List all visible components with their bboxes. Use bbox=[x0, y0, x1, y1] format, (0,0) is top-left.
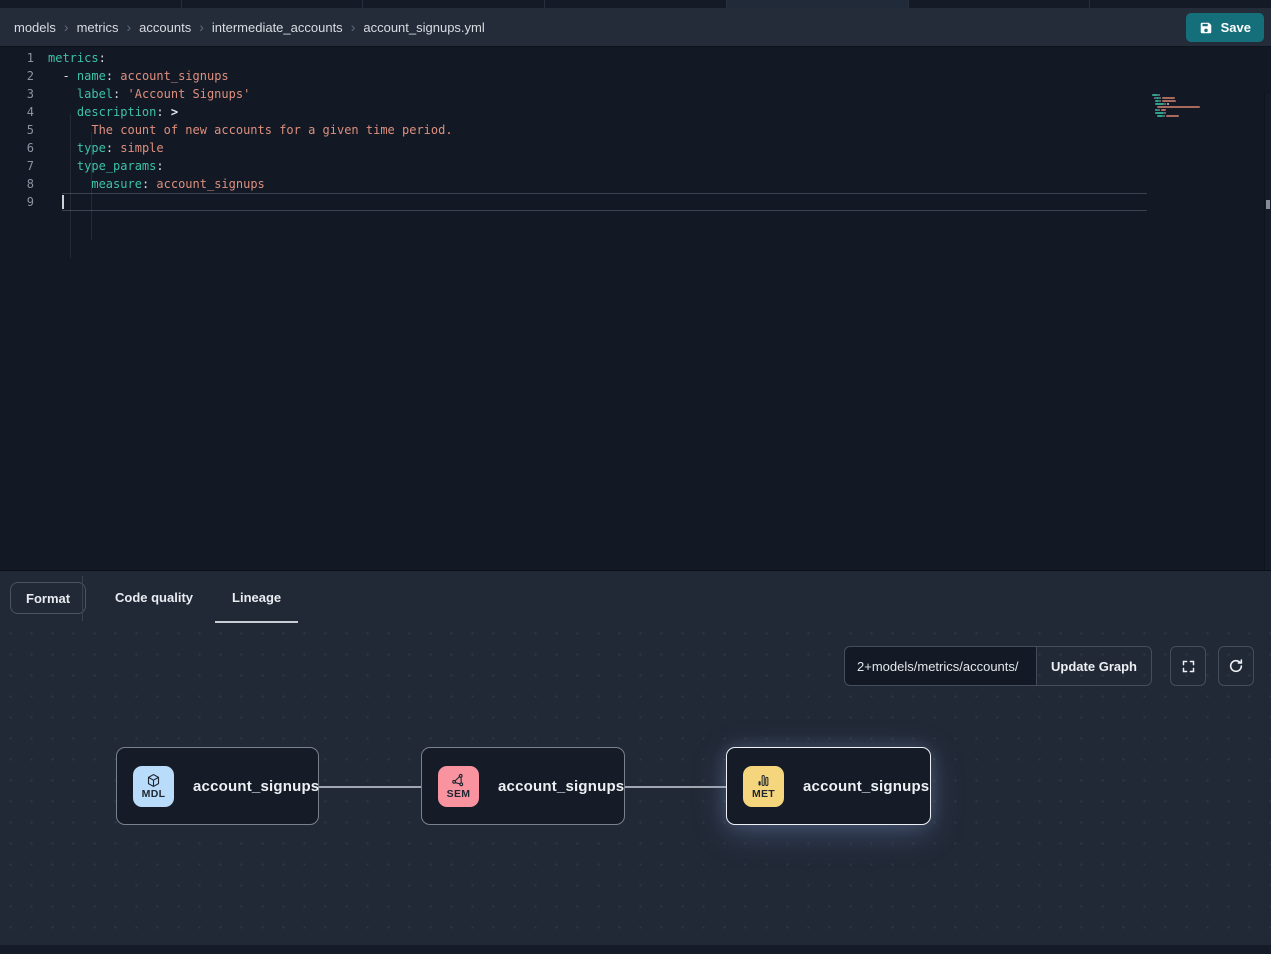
save-button-label: Save bbox=[1221, 20, 1251, 35]
line-number: 2 bbox=[0, 67, 48, 85]
code-line: 2 - name: account_signups bbox=[0, 67, 1271, 85]
minimap-line bbox=[1152, 100, 1212, 102]
code-line: 1metrics: bbox=[0, 49, 1271, 67]
format-button[interactable]: Format bbox=[10, 582, 86, 614]
indent-guide bbox=[70, 114, 71, 258]
tabs-divider bbox=[82, 576, 83, 621]
fullscreen-button[interactable] bbox=[1170, 646, 1206, 686]
badge-label: SEM bbox=[447, 788, 471, 800]
editor-tab-strip bbox=[0, 0, 1271, 8]
lineage-node-model[interactable]: MDL account_signups bbox=[116, 747, 319, 825]
line-number: 1 bbox=[0, 49, 48, 67]
code-line: 8 measure: account_signups bbox=[0, 175, 1271, 193]
lineage-edge bbox=[319, 786, 421, 788]
lineage-node-metric[interactable]: MET account_signups bbox=[726, 747, 931, 825]
code-text: The count of new accounts for a given ti… bbox=[48, 121, 453, 139]
node-label: account_signups bbox=[498, 778, 624, 795]
code-line: 5 The count of new accounts for a given … bbox=[0, 121, 1271, 139]
code-line: 3 label: 'Account Signups' bbox=[0, 85, 1271, 103]
lineage-graph-canvas[interactable]: Update Graph bbox=[0, 623, 1271, 945]
minimap-line bbox=[1152, 106, 1212, 108]
line-number: 8 bbox=[0, 175, 48, 193]
text-cursor bbox=[62, 195, 64, 209]
code-text: type: simple bbox=[48, 139, 164, 157]
chevron-right-icon: › bbox=[64, 19, 69, 35]
save-button[interactable]: Save bbox=[1186, 13, 1264, 42]
breadcrumb-item[interactable]: intermediate_accounts bbox=[212, 20, 343, 35]
model-selector-input[interactable] bbox=[844, 646, 1037, 686]
ide-window: models › metrics › accounts › intermediate_acc… bbox=[0, 0, 1271, 954]
code-line: 4 description: > bbox=[0, 103, 1271, 121]
chevron-right-icon: › bbox=[199, 19, 204, 35]
breadcrumb-item[interactable]: account_signups.yml bbox=[363, 20, 484, 35]
code-editor[interactable]: 1metrics:2 - name: account_signups3 labe… bbox=[0, 47, 1271, 570]
breadcrumb-item[interactable]: accounts bbox=[139, 20, 191, 35]
minimap[interactable] bbox=[1152, 94, 1212, 121]
minimap-line bbox=[1152, 118, 1212, 120]
line-number: 4 bbox=[0, 103, 48, 121]
model-badge: MDL bbox=[133, 766, 174, 807]
panel-bottom-strip bbox=[0, 945, 1271, 954]
breadcrumb-bar: models › metrics › accounts › intermediate_acc… bbox=[0, 8, 1271, 47]
lineage-edge bbox=[625, 786, 726, 788]
chevron-right-icon: › bbox=[351, 19, 356, 35]
code-text: type_params: bbox=[48, 157, 164, 175]
line-number: 6 bbox=[0, 139, 48, 157]
editor-tab[interactable] bbox=[363, 0, 545, 8]
panel-tab-lineage[interactable]: Lineage bbox=[215, 571, 298, 623]
update-graph-button[interactable]: Update Graph bbox=[1037, 646, 1152, 686]
minimap-line bbox=[1152, 112, 1212, 114]
node-label: account_signups bbox=[193, 778, 319, 795]
code-text: measure: account_signups bbox=[48, 175, 265, 193]
minimap-line bbox=[1152, 109, 1212, 111]
cube-icon bbox=[146, 773, 161, 788]
editor-tab[interactable] bbox=[909, 0, 1091, 8]
editor-tab[interactable] bbox=[545, 0, 727, 8]
line-number: 5 bbox=[0, 121, 48, 139]
minimap-line bbox=[1152, 103, 1212, 105]
breadcrumb: models › metrics › accounts › intermediate_acc… bbox=[14, 19, 485, 35]
refresh-icon bbox=[1228, 658, 1244, 674]
chevron-right-icon: › bbox=[126, 19, 131, 35]
save-icon bbox=[1199, 21, 1213, 35]
code-text: - name: account_signups bbox=[48, 67, 229, 85]
lineage-node-semantic-model[interactable]: SEM account_signups bbox=[421, 747, 625, 825]
model-selector-group: Update Graph bbox=[844, 646, 1152, 686]
indent-guide bbox=[91, 132, 92, 240]
network-triangle-icon bbox=[451, 773, 466, 788]
line-number: 9 bbox=[0, 193, 48, 211]
editor-scrollbar[interactable] bbox=[1264, 94, 1271, 617]
editor-tab[interactable] bbox=[1090, 0, 1271, 8]
minimap-line bbox=[1152, 97, 1212, 99]
bottom-panel: Format Code qualityLineage Update Graph bbox=[0, 570, 1271, 954]
fullscreen-icon bbox=[1181, 659, 1196, 674]
code-line: 7 type_params: bbox=[0, 157, 1271, 175]
metric-badge: MET bbox=[743, 766, 784, 807]
semantic-model-badge: SEM bbox=[438, 766, 479, 807]
breadcrumb-item[interactable]: metrics bbox=[77, 20, 119, 35]
code-line: 9 bbox=[0, 193, 1271, 211]
code-line: 6 type: simple bbox=[0, 139, 1271, 157]
current-line-highlight bbox=[62, 193, 1147, 211]
scrollbar-thumb[interactable] bbox=[1266, 200, 1270, 209]
editor-tab[interactable] bbox=[182, 0, 364, 8]
editor-tab[interactable] bbox=[727, 0, 909, 8]
panel-tabs-row: Format Code qualityLineage bbox=[0, 571, 1271, 623]
editor-tab[interactable] bbox=[0, 0, 182, 8]
bar-chart-icon bbox=[756, 773, 771, 788]
code-text: metrics: bbox=[48, 49, 106, 67]
refresh-button[interactable] bbox=[1218, 646, 1254, 686]
minimap-line bbox=[1152, 115, 1212, 117]
code-text: description: > bbox=[48, 103, 178, 121]
node-label: account_signups bbox=[803, 778, 929, 795]
code-text: label: 'Account Signups' bbox=[48, 85, 250, 103]
panel-tab-code-quality[interactable]: Code quality bbox=[98, 571, 210, 623]
line-number: 7 bbox=[0, 157, 48, 175]
badge-label: MET bbox=[752, 788, 775, 800]
line-number: 3 bbox=[0, 85, 48, 103]
breadcrumb-item[interactable]: models bbox=[14, 20, 56, 35]
minimap-line bbox=[1152, 94, 1212, 96]
badge-label: MDL bbox=[142, 788, 166, 800]
